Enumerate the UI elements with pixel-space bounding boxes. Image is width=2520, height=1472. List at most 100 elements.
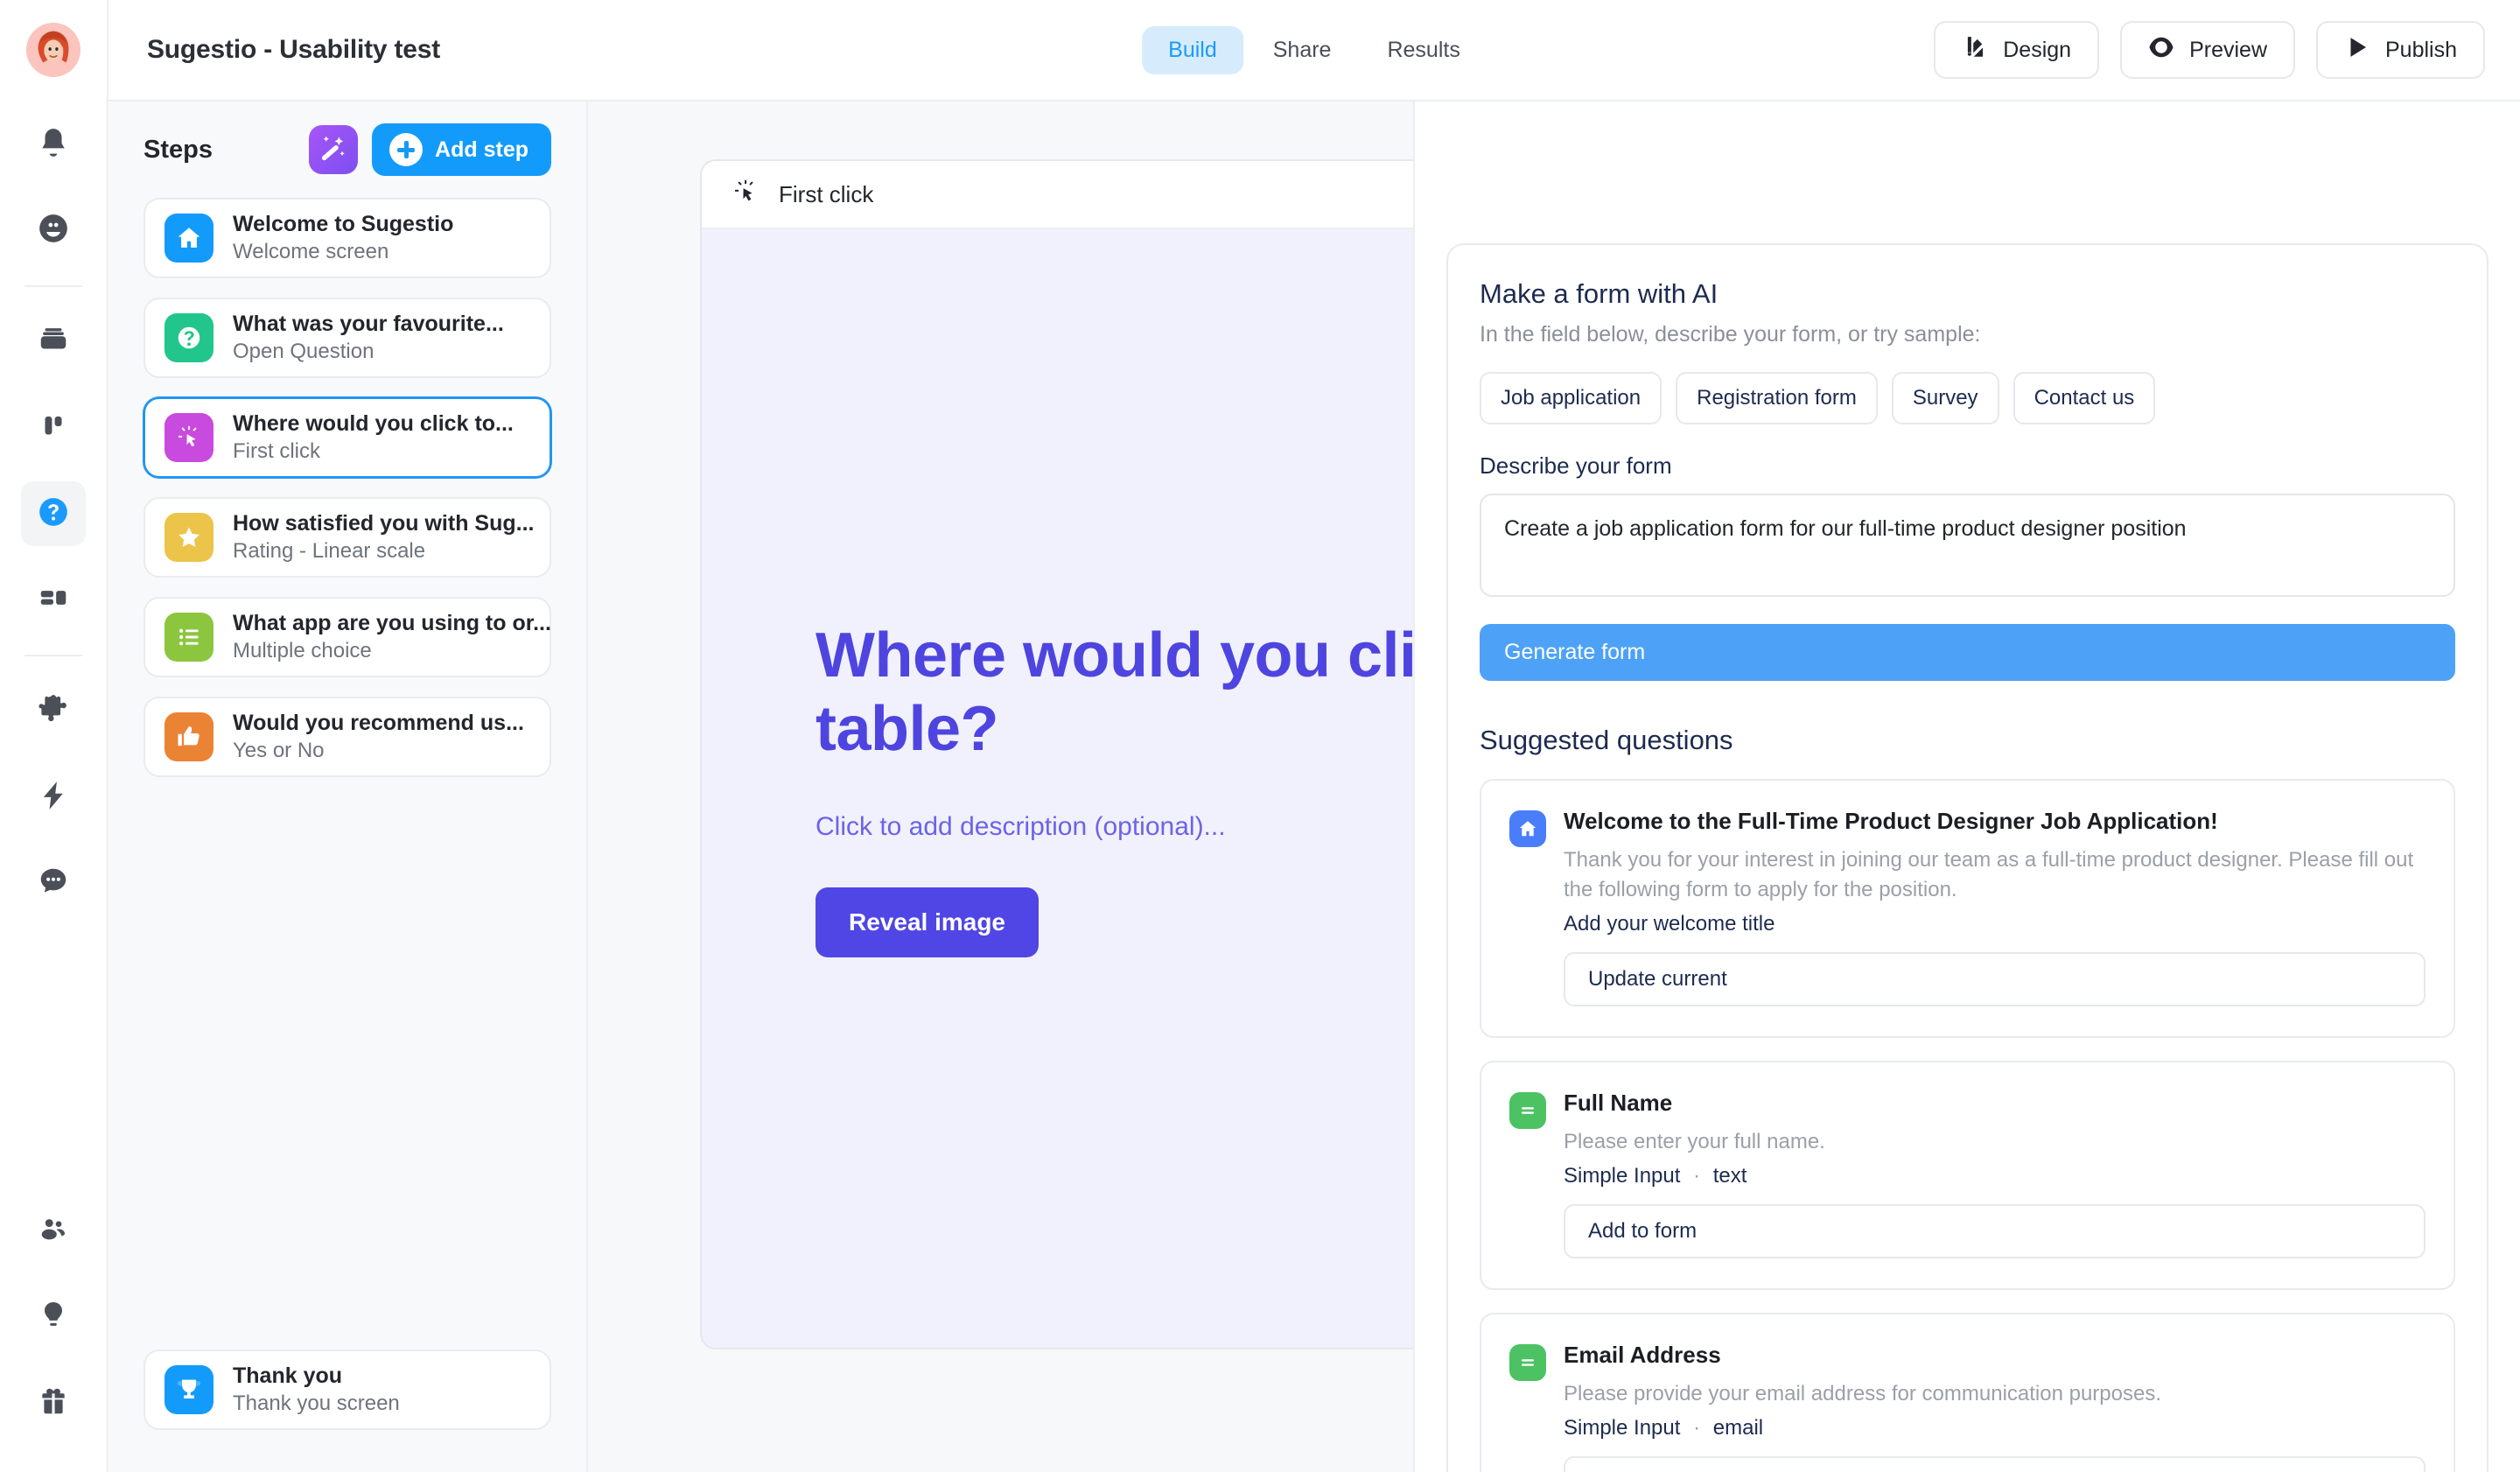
generate-form-button[interactable]: Generate form bbox=[1480, 624, 2455, 681]
top-header: Sugestio - Usability test Build Share Re… bbox=[108, 0, 2520, 102]
step-subtitle: Yes or No bbox=[233, 739, 325, 763]
design-button[interactable]: Design bbox=[1934, 21, 2100, 79]
left-icon-rail bbox=[0, 0, 108, 1472]
steps-sidebar: Steps Add step Welcome to Sugestio Welco… bbox=[108, 102, 588, 1472]
magic-wand-icon bbox=[318, 133, 348, 167]
sidebar-item-ideas[interactable] bbox=[21, 1285, 86, 1349]
update-current-button[interactable]: Update current bbox=[1564, 951, 2426, 1006]
chip-contact-us[interactable]: Contact us bbox=[2012, 372, 2156, 424]
step-subtitle: Welcome screen bbox=[233, 240, 389, 264]
tab-share[interactable]: Share bbox=[1247, 26, 1358, 74]
suggestion-title: Welcome to the Full-Time Product Designe… bbox=[1564, 808, 2218, 834]
sidebar-item-team[interactable] bbox=[21, 1199, 86, 1264]
suggested-questions-heading: Suggested questions bbox=[1480, 725, 1733, 755]
suggestion-description: Thank you for your interest in joining o… bbox=[1564, 847, 2414, 901]
suggestion-meta-type: Add your welcome title bbox=[1564, 911, 1775, 936]
avatar[interactable] bbox=[26, 23, 80, 77]
archive-icon bbox=[37, 324, 70, 361]
describe-form-label: Describe your form bbox=[1480, 452, 1672, 479]
meta-separator: · bbox=[1693, 1163, 1701, 1188]
main-area: Sugestio - Usability test Build Share Re… bbox=[108, 0, 2520, 1472]
tab-build[interactable]: Build bbox=[1142, 25, 1243, 74]
step-title: Welcome to Sugestio bbox=[233, 212, 454, 237]
trophy-icon bbox=[164, 1365, 214, 1414]
ai-panel-subheading: In the field below, describe your form, … bbox=[1480, 322, 1981, 347]
sidebar-item-archive[interactable] bbox=[21, 310, 86, 375]
sidebar-item-boards[interactable] bbox=[21, 396, 86, 460]
add-to-form-button[interactable]: Add to form bbox=[1564, 1203, 2426, 1258]
add-step-label: Add step bbox=[435, 137, 528, 162]
body: Steps Add step Welcome to Sugestio Welco… bbox=[108, 102, 2520, 1472]
bell-icon bbox=[37, 126, 70, 164]
add-to-form-button[interactable]: Add to form bbox=[1564, 1455, 2426, 1472]
click-icon bbox=[164, 413, 214, 462]
chip-survey[interactable]: Survey bbox=[1891, 372, 1999, 424]
step-item-first-click[interactable]: Where would you click to... First click bbox=[144, 397, 551, 478]
step-item-rating[interactable]: How satisfied you with Sug... Rating - L… bbox=[144, 497, 551, 578]
plus-icon bbox=[389, 133, 424, 166]
steps-title: Steps bbox=[144, 135, 213, 164]
list-icon bbox=[164, 613, 214, 662]
ai-form-card: Make a form with AI In the field below, … bbox=[1446, 243, 2488, 1472]
step-item-text: How satisfied you with Sug... Rating - L… bbox=[233, 509, 535, 564]
step-subtitle: Thank you screen bbox=[233, 1391, 400, 1416]
publish-button-label: Publish bbox=[2385, 37, 2457, 62]
suggestion-description: Please enter your full name. bbox=[1564, 1129, 1825, 1153]
step-subtitle: Rating - Linear scale bbox=[233, 539, 426, 564]
meta-separator: · bbox=[1693, 1415, 1701, 1440]
preview-button[interactable]: Preview bbox=[2120, 21, 2295, 79]
gift-icon bbox=[37, 1384, 70, 1422]
ai-magic-button[interactable] bbox=[309, 125, 359, 174]
tab-results[interactable]: Results bbox=[1361, 26, 1486, 74]
suggestion-meta-type: email bbox=[1712, 1415, 1764, 1440]
suggestion-meta: Add your welcome title bbox=[1564, 912, 2426, 936]
step-item-multiple-choice[interactable]: What app are you using to or... Multiple… bbox=[144, 597, 551, 677]
step-item-welcome[interactable]: Welcome to Sugestio Welcome screen bbox=[144, 198, 551, 278]
chip-job-application[interactable]: Job application bbox=[1480, 372, 1662, 424]
sidebar-item-automations[interactable] bbox=[21, 765, 86, 830]
sidebar-item-templates[interactable] bbox=[21, 567, 86, 632]
reveal-image-button[interactable]: Reveal image bbox=[816, 887, 1039, 957]
question-icon bbox=[164, 313, 214, 362]
step-subtitle: First click bbox=[233, 439, 320, 464]
step-item-text: Welcome to Sugestio Welcome screen bbox=[233, 210, 453, 265]
sample-chips: Job application Registration form Survey… bbox=[1480, 372, 2455, 424]
step-title: Would you recommend us... bbox=[233, 711, 524, 736]
click-icon bbox=[732, 178, 760, 212]
simple-input-icon bbox=[1509, 1091, 1546, 1129]
simple-input-icon bbox=[1509, 1343, 1546, 1381]
step-item-yes-no[interactable]: Would you recommend us... Yes or No bbox=[144, 697, 551, 777]
rail-bottom-group bbox=[21, 1188, 86, 1472]
rail-divider-2 bbox=[24, 655, 82, 656]
home-icon bbox=[1509, 810, 1546, 847]
step-item-text: What app are you using to or... Multiple… bbox=[233, 609, 551, 664]
step-title: How satisfied you with Sug... bbox=[233, 511, 535, 536]
bolt-icon bbox=[37, 779, 70, 817]
smiley-icon bbox=[37, 212, 70, 249]
preview-button-label: Preview bbox=[2189, 37, 2267, 62]
publish-button[interactable]: Publish bbox=[2316, 21, 2485, 79]
suggestion-description: Please provide your email address for co… bbox=[1564, 1381, 2162, 1405]
canvas-area: First click Where would you click to boo… bbox=[588, 102, 2520, 1472]
step-item-thank-you[interactable]: Thank you Thank you screen bbox=[144, 1349, 551, 1430]
sidebar-item-messages[interactable] bbox=[21, 851, 86, 915]
sidebar-item-integrations[interactable] bbox=[21, 679, 86, 744]
steps-header-actions: Add step bbox=[309, 123, 551, 176]
step-title: What was your favourite... bbox=[233, 312, 504, 337]
chat-icon bbox=[37, 865, 70, 902]
home-icon bbox=[164, 214, 214, 263]
suggestion-title: Email Address bbox=[1564, 1341, 1721, 1368]
step-item-open-question[interactable]: What was your favourite... Open Question bbox=[144, 298, 551, 378]
describe-form-input[interactable] bbox=[1480, 494, 2455, 597]
people-icon bbox=[37, 1213, 70, 1251]
sidebar-item-rewards[interactable] bbox=[21, 1370, 86, 1435]
add-step-button[interactable]: Add step bbox=[372, 123, 551, 176]
sidebar-item-surveys[interactable] bbox=[21, 481, 86, 546]
sidebar-item-notifications[interactable] bbox=[21, 112, 86, 177]
suggestion-meta: Simple Input · email bbox=[1564, 1416, 2426, 1440]
preview-toolbar-label: First click bbox=[779, 180, 874, 207]
sidebar-item-feedback[interactable] bbox=[21, 198, 86, 263]
app-root: Sugestio - Usability test Build Share Re… bbox=[0, 0, 2520, 1472]
chip-registration-form[interactable]: Registration form bbox=[1676, 372, 1878, 424]
step-item-text: Where would you click to... First click bbox=[233, 410, 514, 465]
